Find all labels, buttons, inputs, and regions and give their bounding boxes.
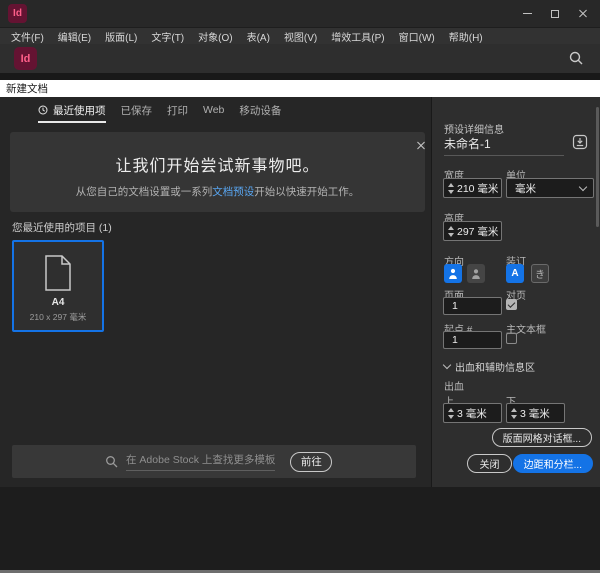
preset-category-tabs: 最近使用项 已保存 打印 Web 移动设备 bbox=[0, 97, 431, 123]
dialog-left-pane: 最近使用项 已保存 打印 Web 移动设备 让我们开始尝试新事物吧。 从您自己的… bbox=[0, 97, 431, 487]
banner-title: 让我们开始尝试新事物吧。 bbox=[10, 152, 425, 176]
chevron-down-icon bbox=[579, 182, 587, 190]
go-button[interactable]: 前往 bbox=[290, 452, 332, 472]
menu-table[interactable]: 表(A) bbox=[240, 29, 277, 44]
portrait-person-icon bbox=[447, 267, 459, 280]
tab-mobile[interactable]: 移动设备 bbox=[239, 97, 281, 123]
new-document-dialog: 最近使用项 已保存 打印 Web 移动设备 让我们开始尝试新事物吧。 从您自己的… bbox=[0, 97, 600, 487]
primary-text-frame-checkbox[interactable] bbox=[506, 333, 517, 344]
preset-name-underline bbox=[444, 155, 564, 156]
stock-search-input[interactable]: 在 Adobe Stock 上查找更多模板 bbox=[126, 452, 275, 471]
maximize-button[interactable] bbox=[548, 7, 562, 21]
divider-strip bbox=[0, 73, 600, 80]
menu-window[interactable]: 窗口(W) bbox=[392, 29, 442, 44]
bleed-bottom-field[interactable]: 3 毫米 bbox=[506, 403, 565, 423]
recent-items-heading: 您最近使用的项目 (1) bbox=[12, 220, 112, 235]
close-icon bbox=[578, 9, 588, 19]
binding-right-button[interactable]: き bbox=[531, 264, 549, 283]
menu-bar: 文件(F) 编辑(E) 版面(L) 文字(T) 对象(O) 表(A) 视图(V)… bbox=[0, 27, 600, 44]
orientation-landscape-button[interactable] bbox=[467, 264, 485, 283]
indesign-logo-small: Id bbox=[8, 4, 27, 23]
maximize-icon bbox=[551, 10, 559, 18]
dialog-title: 新建文档 bbox=[6, 81, 48, 96]
margins-columns-button[interactable]: 边距和分栏... bbox=[513, 454, 593, 473]
preset-details-heading: 预设详细信息 bbox=[444, 121, 504, 136]
welcome-banner: 让我们开始尝试新事物吧。 从您自己的文档设置或一系列文档预设开始以快速开始工作。 bbox=[10, 132, 425, 212]
stepper-icon[interactable] bbox=[507, 408, 520, 419]
menu-edit[interactable]: 编辑(E) bbox=[51, 29, 98, 44]
title-bar: Id bbox=[0, 0, 600, 27]
stock-search-bar: 在 Adobe Stock 上查找更多模板 前往 bbox=[12, 445, 416, 478]
width-field[interactable]: 210 毫米 bbox=[443, 178, 502, 198]
card-name: A4 bbox=[52, 297, 65, 308]
menu-layout[interactable]: 版面(L) bbox=[98, 29, 144, 44]
menu-object[interactable]: 对象(O) bbox=[191, 29, 239, 44]
close-dialog-button[interactable]: 关闭 bbox=[467, 454, 512, 473]
layout-grid-dialog-button[interactable]: 版面网格对话框... bbox=[492, 428, 592, 447]
document-icon bbox=[44, 255, 72, 291]
binding-left-button[interactable]: A bbox=[506, 264, 524, 283]
tab-recent[interactable]: 最近使用项 bbox=[38, 97, 106, 123]
banner-subtitle: 从您自己的文档设置或一系列文档预设开始以快速开始工作。 bbox=[10, 184, 425, 199]
tab-saved[interactable]: 已保存 bbox=[121, 97, 153, 123]
orientation-portrait-button[interactable] bbox=[444, 264, 462, 283]
bleed-label: 出血 bbox=[444, 378, 464, 393]
save-preset-icon[interactable] bbox=[572, 134, 588, 155]
clock-icon bbox=[38, 105, 48, 115]
search-icon bbox=[105, 455, 118, 468]
bleed-slug-section-header[interactable]: 出血和辅助信息区 bbox=[444, 359, 535, 374]
card-dimensions: 210 x 297 毫米 bbox=[30, 311, 87, 323]
height-field[interactable]: 297 毫米 bbox=[443, 221, 502, 241]
indesign-logo-large: Id bbox=[14, 47, 37, 70]
menu-type[interactable]: 文字(T) bbox=[144, 29, 191, 44]
window-controls bbox=[520, 0, 590, 27]
menu-file[interactable]: 文件(F) bbox=[4, 29, 51, 44]
unit-dropdown[interactable]: 毫米 bbox=[506, 178, 594, 198]
stepper-icon[interactable] bbox=[444, 183, 457, 194]
preset-details-panel: 预设详细信息 未命名-1 宽度 单位 210 毫米 毫米 高度 297 毫米 方… bbox=[431, 97, 600, 487]
stepper-icon[interactable] bbox=[444, 226, 457, 237]
document-presets-link[interactable]: 文档预设 bbox=[212, 186, 254, 198]
landscape-person-icon bbox=[470, 267, 482, 280]
stepper-icon[interactable] bbox=[444, 408, 457, 419]
menu-help[interactable]: 帮助(H) bbox=[442, 29, 490, 44]
chevron-down-icon bbox=[443, 361, 451, 369]
search-icon[interactable] bbox=[568, 50, 584, 71]
tab-web[interactable]: Web bbox=[203, 97, 224, 123]
facing-pages-checkbox[interactable] bbox=[506, 299, 517, 310]
preset-name-input[interactable]: 未命名-1 bbox=[444, 135, 491, 152]
bleed-top-field[interactable]: 3 毫米 bbox=[443, 403, 502, 423]
minimize-button[interactable] bbox=[520, 7, 534, 21]
menu-view[interactable]: 视图(V) bbox=[277, 29, 324, 44]
app-bar: Id bbox=[0, 44, 600, 73]
tab-print[interactable]: 打印 bbox=[167, 97, 188, 123]
minimize-icon bbox=[523, 13, 532, 14]
panel-scrollbar[interactable] bbox=[596, 107, 599, 227]
dialog-title-bar: 新建文档 bbox=[0, 80, 600, 97]
recent-item-card-a4[interactable]: A4 210 x 297 毫米 bbox=[12, 240, 104, 332]
menu-plugins[interactable]: 增效工具(P) bbox=[324, 29, 391, 44]
pages-field[interactable]: 1 bbox=[443, 297, 502, 315]
indesign-window: Id 文件(F) 编辑(E) 版面(L) 文字(T) 对象(O) 表(A) 视图… bbox=[0, 0, 600, 573]
close-button[interactable] bbox=[576, 7, 590, 21]
start-number-field[interactable]: 1 bbox=[443, 331, 502, 349]
